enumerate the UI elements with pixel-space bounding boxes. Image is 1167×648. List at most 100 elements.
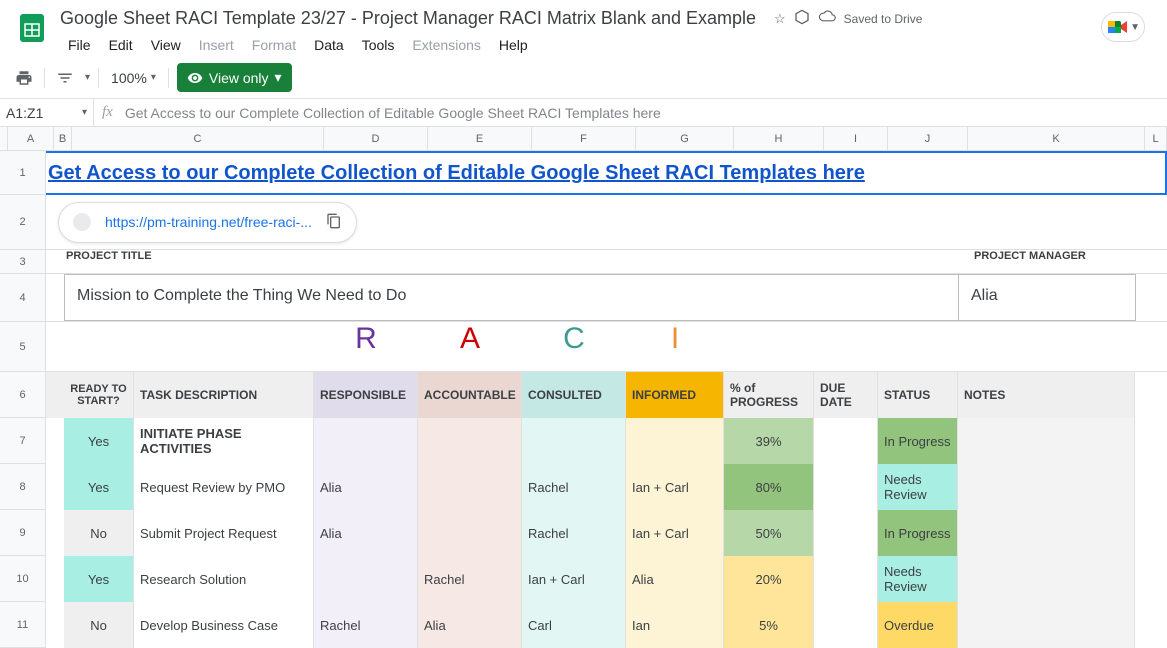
cell-status[interactable]: Needs Review (878, 464, 958, 510)
filter-icon[interactable] (53, 66, 77, 90)
cell-desc[interactable]: Submit Project Request (134, 510, 314, 556)
name-box[interactable]: A1:Z1 ▾ (0, 99, 94, 126)
cell-notes[interactable] (958, 464, 1135, 510)
menu-file[interactable]: File (60, 33, 99, 57)
cell-consulted[interactable]: Rachel (522, 510, 626, 556)
cell-ready[interactable]: No (64, 602, 134, 648)
cell[interactable]: https://pm-training.net/free-raci-... (46, 195, 1167, 250)
cell-notes[interactable] (958, 510, 1135, 556)
cell-due[interactable] (814, 556, 878, 602)
print-icon[interactable] (12, 66, 36, 90)
menu-data[interactable]: Data (306, 33, 352, 57)
cell[interactable]: PROJECT TITLE PROJECT MANAGER (46, 250, 1167, 274)
row-header[interactable]: 11 (0, 602, 46, 648)
formula-text[interactable]: Get Access to our Complete Collection of… (121, 105, 665, 121)
column-header[interactable]: E (428, 127, 532, 150)
cell-progress[interactable]: 80% (724, 464, 814, 510)
meet-button[interactable]: ▼ (1101, 12, 1145, 42)
col-header-desc[interactable]: TASK DESCRIPTION (134, 372, 314, 418)
row-header[interactable]: 8 (0, 464, 46, 510)
move-icon[interactable] (794, 9, 810, 28)
cell-consulted[interactable]: Rachel (522, 464, 626, 510)
cell-status[interactable]: In Progress (878, 510, 958, 556)
menu-format[interactable]: Format (244, 33, 304, 57)
row-header[interactable]: 4 (0, 274, 46, 322)
cell-informed[interactable]: Ian + Carl (626, 510, 724, 556)
menu-edit[interactable]: Edit (101, 33, 141, 57)
column-header[interactable]: A (8, 127, 54, 150)
cell-accountable[interactable] (418, 510, 522, 556)
chevron-down-icon[interactable]: ▾ (85, 72, 90, 83)
row-header[interactable]: 10 (0, 556, 46, 602)
cell-informed[interactable]: Ian + Carl (626, 464, 724, 510)
cell-responsible[interactable]: Alia (314, 510, 418, 556)
col-header-informed[interactable]: INFORMED (626, 372, 724, 418)
cell[interactable] (46, 602, 64, 648)
menu-tools[interactable]: Tools (354, 33, 403, 57)
cell-due[interactable] (814, 464, 878, 510)
cell-due[interactable] (814, 510, 878, 556)
col-header-consulted[interactable]: CONSULTED (522, 372, 626, 418)
cell-desc[interactable]: Request Review by PMO (134, 464, 314, 510)
column-header[interactable]: L (1145, 127, 1167, 150)
col-header-progress[interactable]: % of PROGRESS (724, 372, 814, 418)
cell-desc[interactable]: Research Solution (134, 556, 314, 602)
col-header-ready[interactable]: READY TO START? (64, 372, 134, 418)
star-icon[interactable]: ☆ (774, 11, 786, 27)
cell[interactable] (46, 464, 64, 510)
view-only-button[interactable]: View only ▾ (177, 63, 292, 92)
cell[interactable]: Mission to Complete the Thing We Need to… (46, 274, 1167, 322)
row-header[interactable]: 5 (0, 322, 46, 372)
cell-informed[interactable]: Ian (626, 602, 724, 648)
col-header-responsible[interactable]: RESPONSIBLE (314, 372, 418, 418)
column-header[interactable]: H (734, 127, 824, 150)
cell-informed[interactable]: Alia (626, 556, 724, 602)
cell-accountable[interactable] (418, 464, 522, 510)
column-header[interactable]: J (888, 127, 968, 150)
cell-notes[interactable] (958, 418, 1135, 464)
copy-icon[interactable] (326, 213, 342, 232)
col-header-notes[interactable]: NOTES (958, 372, 1135, 418)
cell[interactable]: R A C I (46, 322, 1167, 372)
cell-consulted[interactable]: Carl (522, 602, 626, 648)
cell[interactable] (46, 510, 64, 556)
cell-desc[interactable]: Develop Business Case (134, 602, 314, 648)
cell-accountable[interactable]: Alia (418, 602, 522, 648)
cell-status[interactable]: Needs Review (878, 556, 958, 602)
sheets-logo[interactable] (12, 8, 52, 48)
cell-ready[interactable]: Yes (64, 464, 134, 510)
cell-progress[interactable]: 5% (724, 602, 814, 648)
cell-consulted[interactable] (522, 418, 626, 464)
menu-help[interactable]: Help (491, 33, 536, 57)
zoom-selector[interactable]: 100% ▾ (107, 70, 160, 86)
row-header[interactable]: 9 (0, 510, 46, 556)
column-header[interactable]: G (636, 127, 734, 150)
select-all-corner[interactable] (0, 127, 8, 150)
menu-view[interactable]: View (143, 33, 189, 57)
hyperlink[interactable]: Get Access to our Complete Collection of… (48, 162, 865, 185)
column-header[interactable]: F (532, 127, 636, 150)
menu-extensions[interactable]: Extensions (404, 33, 488, 57)
col-header-status[interactable]: STATUS (878, 372, 958, 418)
cell[interactable]: Get Access to our Complete Collection of… (46, 151, 1167, 195)
menu-insert[interactable]: Insert (191, 33, 242, 57)
link-chip[interactable]: https://pm-training.net/free-raci-... (58, 202, 357, 243)
cell-progress[interactable]: 20% (724, 556, 814, 602)
column-header[interactable]: K (968, 127, 1145, 150)
cell-responsible[interactable] (314, 556, 418, 602)
cell-notes[interactable] (958, 602, 1135, 648)
cloud-icon[interactable] (818, 10, 836, 27)
column-header[interactable]: B (54, 127, 72, 150)
cell-status[interactable]: In Progress (878, 418, 958, 464)
cell-responsible[interactable]: Alia (314, 464, 418, 510)
row-header[interactable]: 3 (0, 250, 46, 274)
cell-progress[interactable]: 50% (724, 510, 814, 556)
cell-consulted[interactable]: Ian + Carl (522, 556, 626, 602)
cell-accountable[interactable]: Rachel (418, 556, 522, 602)
cell[interactable] (46, 418, 64, 464)
cell-accountable[interactable] (418, 418, 522, 464)
cell-progress[interactable]: 39% (724, 418, 814, 464)
row-header[interactable]: 1 (0, 151, 46, 195)
row-header[interactable]: 6 (0, 372, 46, 418)
cell-notes[interactable] (958, 556, 1135, 602)
